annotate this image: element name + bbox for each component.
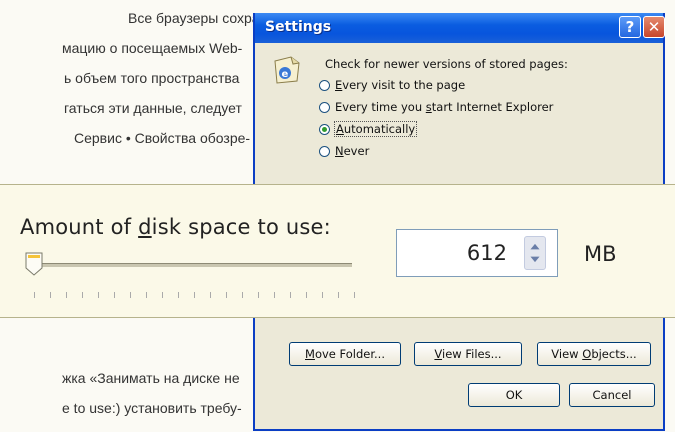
svg-text:e: e <box>282 69 289 80</box>
option-label: Automatically <box>333 121 418 137</box>
check-pages-label: Check for newer versions of stored pages… <box>325 57 568 71</box>
cached-page-icon: e <box>274 56 300 84</box>
radio-never[interactable] <box>319 145 330 157</box>
article-line: ь объем того пространства <box>64 70 240 86</box>
article-line: жка «Занимать на диске не <box>62 370 240 386</box>
slider-tick <box>50 292 51 298</box>
view-objects-button[interactable]: View Objects... <box>537 342 651 366</box>
slider-tick <box>178 292 179 298</box>
article-line: гаться эти данные, следует <box>64 100 242 116</box>
slider-tick <box>82 292 83 298</box>
slider-tick <box>354 292 355 298</box>
option-automatically[interactable]: Automatically <box>319 121 418 137</box>
slider-tick <box>162 292 163 298</box>
ok-button[interactable]: OK <box>468 383 560 407</box>
disk-space-spinbox[interactable]: 612 <box>396 229 558 277</box>
disk-space-unit: MB <box>584 242 617 266</box>
spin-arrows-icon[interactable] <box>524 236 546 270</box>
view-files-button[interactable]: View Files... <box>414 342 522 366</box>
slider-tick <box>34 292 35 298</box>
slider-tick <box>258 292 259 298</box>
help-icon: ? <box>625 18 635 36</box>
disk-space-label: Amount of disk space to use: <box>20 215 331 239</box>
option-label: Every visit to the page <box>335 78 466 92</box>
help-button[interactable]: ? <box>619 16 641 38</box>
article-line: Сервис • Свойства обозре- <box>74 130 251 146</box>
slider-tick <box>130 292 131 298</box>
slider-tick <box>66 292 67 298</box>
title-bar[interactable]: Settings ? ✕ <box>255 13 665 43</box>
disk-space-value[interactable]: 612 <box>397 230 507 276</box>
close-button[interactable]: ✕ <box>643 16 665 38</box>
article-line: мацию о посещаемых Web- <box>62 40 243 56</box>
move-folder-button[interactable]: Move Folder... <box>289 342 401 366</box>
slider-tick <box>242 292 243 298</box>
slider-tick <box>114 292 115 298</box>
slider-tick <box>98 292 99 298</box>
radio-every-start[interactable] <box>319 101 330 113</box>
slider-tick <box>290 292 291 298</box>
cancel-button[interactable]: Cancel <box>569 383 655 407</box>
radio-every-visit[interactable] <box>319 79 330 91</box>
slider-tick <box>194 292 195 298</box>
disk-space-slider-thumb[interactable] <box>24 252 44 276</box>
option-never[interactable]: Never <box>319 143 369 159</box>
slider-tick <box>306 292 307 298</box>
option-label: Every time you start Internet Explorer <box>335 100 554 114</box>
option-every-visit[interactable]: Every visit to the page <box>319 77 465 93</box>
disk-space-slider-track[interactable] <box>32 263 352 267</box>
slider-tick <box>322 292 323 298</box>
radio-automatically[interactable] <box>319 123 330 135</box>
option-label: Never <box>335 144 370 158</box>
slider-tick <box>274 292 275 298</box>
slider-tick <box>338 292 339 298</box>
dialog-title: Settings <box>265 19 332 35</box>
option-every-start[interactable]: Every time you start Internet Explorer <box>319 99 553 115</box>
slider-tick <box>210 292 211 298</box>
article-line: e to use:) установить требу- <box>62 400 242 416</box>
slider-tick <box>146 292 147 298</box>
slider-tick <box>226 292 227 298</box>
close-icon: ✕ <box>647 18 661 36</box>
